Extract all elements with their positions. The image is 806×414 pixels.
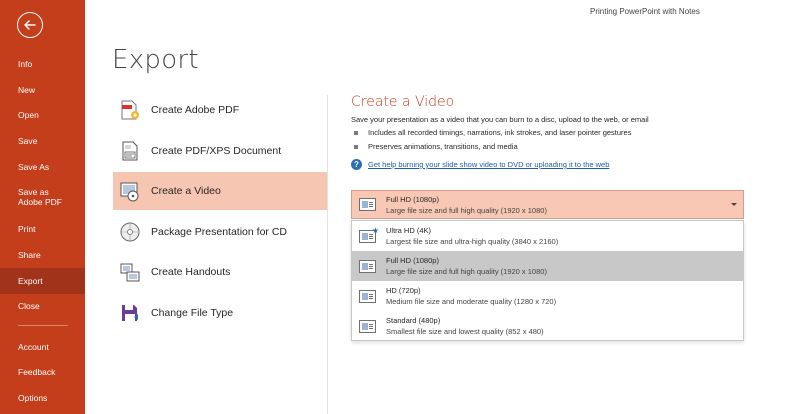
question-icon: ? bbox=[351, 159, 362, 170]
option-label: Create a Video bbox=[151, 185, 221, 197]
bullet-text: Preserves animations, transitions, and m… bbox=[368, 142, 518, 151]
nav-account[interactable]: Account bbox=[0, 342, 85, 354]
sidebar-divider bbox=[18, 325, 68, 326]
nav-close[interactable]: Close bbox=[0, 301, 85, 313]
detail-bullet: Includes all recorded timings, narration… bbox=[354, 128, 631, 137]
option-subtitle: Largest file size and ultra-high quality… bbox=[386, 237, 559, 246]
cd-icon bbox=[119, 221, 141, 243]
option-create-pdf-xps[interactable]: Create PDF/XPS Document bbox=[113, 132, 327, 170]
handouts-icon bbox=[119, 261, 141, 283]
quality-dropdown[interactable]: Full HD (1080p) Large file size and full… bbox=[351, 190, 744, 219]
option-title: Standard (480p) bbox=[386, 316, 441, 325]
video-icon bbox=[119, 180, 141, 202]
presentation-quality-icon bbox=[359, 198, 376, 211]
quality-option-full-hd[interactable]: Full HD (1080p) Large file size and full… bbox=[352, 251, 743, 281]
backstage-view: Info New Open Save Save As Save as Adobe… bbox=[0, 0, 806, 414]
nav-info[interactable]: Info bbox=[0, 59, 85, 71]
help-link[interactable]: Get help burning your slide show video t… bbox=[368, 160, 609, 169]
document-title: Printing PowerPoint with Notes bbox=[590, 7, 700, 16]
nav-save[interactable]: Save bbox=[0, 136, 85, 148]
ultra-hd-quality-icon: ★ bbox=[359, 226, 379, 243]
nav-print[interactable]: Print bbox=[0, 224, 85, 236]
option-create-video[interactable]: Create a Video bbox=[113, 172, 327, 210]
nav-save-as[interactable]: Save As bbox=[0, 162, 85, 174]
option-subtitle: Medium file size and moderate quality (1… bbox=[386, 297, 557, 306]
option-create-adobe-pdf[interactable]: Create Adobe PDF bbox=[113, 91, 327, 129]
file-type-icon bbox=[119, 302, 141, 324]
option-text: HD (720p) Medium file size and moderate … bbox=[386, 285, 556, 307]
backstage-sidebar: Info New Open Save Save As Save as Adobe… bbox=[0, 0, 85, 414]
option-subtitle: Smallest file size and lowest quality (8… bbox=[386, 327, 544, 336]
panel-divider bbox=[327, 95, 328, 414]
back-arrow-icon bbox=[24, 20, 36, 30]
quality-option-ultra-hd[interactable]: ★ Ultra HD (4K) Largest file size and ul… bbox=[352, 221, 743, 251]
detail-bullet: Preserves animations, transitions, and m… bbox=[354, 142, 518, 151]
standard-quality-icon bbox=[359, 319, 376, 333]
star-icon: ★ bbox=[371, 225, 379, 235]
bullet-text: Includes all recorded timings, narration… bbox=[368, 128, 632, 137]
adobe-pdf-icon bbox=[119, 99, 141, 121]
quality-dropdown-list: ★ Ultra HD (4K) Largest file size and ul… bbox=[351, 220, 744, 341]
option-title: HD (720p) bbox=[386, 286, 421, 295]
chevron-down-icon[interactable] bbox=[731, 203, 737, 206]
quality-option-hd[interactable]: HD (720p) Medium file size and moderate … bbox=[352, 281, 743, 311]
page-title: Export bbox=[112, 45, 199, 75]
nav-options[interactable]: Options bbox=[0, 393, 85, 405]
nav-open[interactable]: Open bbox=[0, 110, 85, 122]
option-package-cd[interactable]: Package Presentation for CD bbox=[113, 213, 327, 251]
full-hd-quality-icon bbox=[359, 259, 376, 273]
option-change-file-type[interactable]: Change File Type bbox=[113, 294, 327, 332]
pdf-xps-icon bbox=[119, 140, 141, 162]
option-label: Change File Type bbox=[151, 307, 234, 319]
nav-export[interactable]: Export bbox=[0, 268, 85, 294]
nav-share[interactable]: Share bbox=[0, 250, 85, 262]
option-text: Full HD (1080p) Large file size and full… bbox=[386, 255, 547, 277]
bullet-icon bbox=[354, 144, 358, 149]
dropdown-selected: Full HD (1080p) Large file size and full… bbox=[386, 194, 547, 216]
help-row: ? Get help burning your slide show video… bbox=[351, 159, 609, 170]
nav-new[interactable]: New bbox=[0, 85, 85, 97]
option-text: Standard (480p) Smallest file size and l… bbox=[386, 315, 544, 337]
detail-description: Save your presentation as a video that y… bbox=[351, 115, 649, 124]
option-label: Package Presentation for CD bbox=[151, 226, 287, 238]
option-title: Full HD (1080p) bbox=[386, 256, 439, 265]
option-subtitle: Large file size and full high quality (1… bbox=[386, 267, 547, 276]
nav-feedback[interactable]: Feedback bbox=[0, 367, 85, 379]
option-create-handouts[interactable]: Create Handouts bbox=[113, 253, 327, 291]
bullet-icon bbox=[354, 130, 358, 135]
selected-quality-subtitle: Large file size and full high quality (1… bbox=[386, 205, 547, 215]
option-title: Ultra HD (4K) bbox=[386, 226, 432, 235]
option-label: Create PDF/XPS Document bbox=[151, 145, 282, 157]
nav-save-as-adobe-pdf[interactable]: Save as Adobe PDF bbox=[0, 187, 85, 207]
selected-quality-title: Full HD (1080p) bbox=[386, 194, 439, 204]
back-button[interactable] bbox=[17, 12, 43, 38]
option-label: Create Handouts bbox=[151, 266, 231, 278]
detail-title: Create a Video bbox=[351, 94, 455, 110]
quality-option-standard[interactable]: Standard (480p) Smallest file size and l… bbox=[352, 311, 743, 341]
option-text: Ultra HD (4K) Largest file size and ultr… bbox=[386, 225, 558, 247]
option-label: Create Adobe PDF bbox=[151, 104, 240, 116]
hd-quality-icon bbox=[359, 289, 376, 303]
